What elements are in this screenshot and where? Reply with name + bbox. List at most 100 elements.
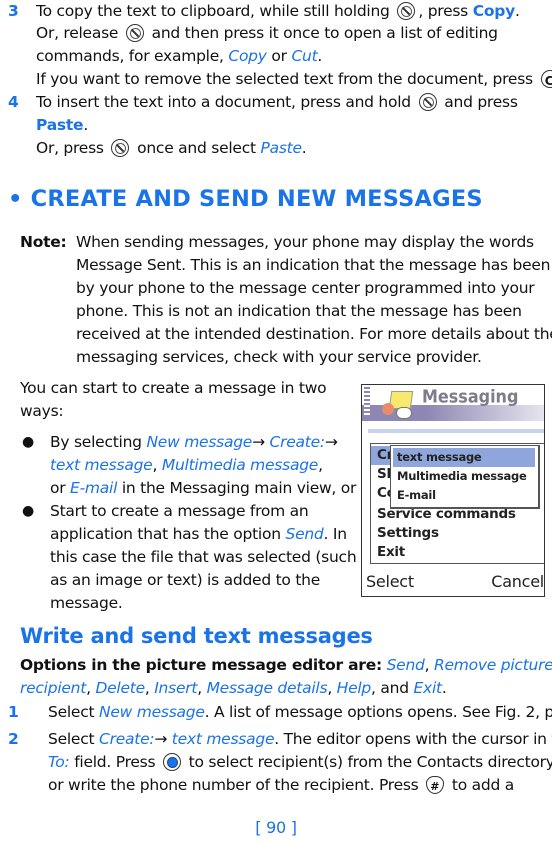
submenu-item-text-message[interactable]: text message <box>393 448 535 467</box>
arrow: → <box>154 730 168 748</box>
cut-option: Cut <box>291 47 318 65</box>
note-line: by your phone to the message center prog… <box>76 279 535 297</box>
submenu-item-multimedia-message[interactable]: Multimedia message <box>397 467 527 486</box>
text: in the Messaging main view, or <box>121 479 357 497</box>
submenu-item-email[interactable]: E-mail <box>397 486 436 505</box>
phone-app-title: Messaging <box>422 386 519 407</box>
step2-line2: To: field. Press to select recipient(s) … <box>48 751 552 773</box>
text: . <box>317 47 323 65</box>
navi-key-icon <box>162 753 181 771</box>
multimedia-message-option: Multimedia message <box>161 456 319 474</box>
text: To copy the text to clipboard, while sti… <box>36 2 390 20</box>
pencil-key-icon <box>418 93 437 111</box>
option-send: Send <box>386 656 425 674</box>
email-at-icon <box>382 403 394 415</box>
bullet2-line1: Start to create a message from an <box>50 502 309 520</box>
title-gradient <box>426 405 544 421</box>
text: . <box>83 116 88 134</box>
send-option: Send <box>285 525 324 543</box>
to-field-label: To: <box>48 753 70 771</box>
text: or write the phone number of the recipie… <box>48 776 419 794</box>
text: . A list of message options opens. See F… <box>204 703 552 721</box>
step1-line: Select New message. A list of message op… <box>48 701 552 723</box>
text: , press <box>418 2 469 20</box>
heading-bullet: • <box>8 186 23 212</box>
bullet-dot: ● <box>22 434 34 450</box>
step2-line3: or write the phone number of the recipie… <box>48 774 514 798</box>
text: Select <box>48 730 95 748</box>
bullet2-line3: this case the file that was selected (su… <box>50 548 357 566</box>
cancel-softkey[interactable]: Cancel <box>491 572 544 591</box>
bullet2-line2: application that has the option Send. In <box>50 523 347 545</box>
option-help: Help <box>336 679 372 697</box>
step4-line2: Paste. <box>36 114 88 136</box>
bullet1-line2: text message, Multimedia message, <box>50 454 323 476</box>
text: and then press it once to open a list of… <box>151 24 498 42</box>
bullet2-line5: message. <box>50 594 123 612</box>
step3-line1: To copy the text to clipboard, while sti… <box>36 0 520 22</box>
step3-line3: commands, for example, Copy or Cut. <box>36 45 322 67</box>
tab-indicator <box>368 429 544 433</box>
option-delete: Delete <box>95 679 145 697</box>
new-message-option: New message <box>146 433 253 451</box>
text: field. Press <box>74 753 156 771</box>
options-line2: recipient, Delete, Insert, Message detai… <box>20 679 447 697</box>
text: Or, press <box>36 139 104 157</box>
step2-line1: Select Create:→ text message. The editor… <box>48 728 552 750</box>
text-message-option: text message <box>171 730 275 748</box>
intro-line: ways: <box>20 402 64 420</box>
copy-option: Copy <box>228 47 267 65</box>
bullet2-line4: as an image or text) is added to the <box>50 571 321 589</box>
text: and <box>380 679 409 697</box>
email-option: E-mail <box>70 479 118 497</box>
step-number-4: 4 <box>8 93 19 111</box>
text: or <box>50 479 66 497</box>
pencil-key-icon <box>111 139 130 157</box>
text: Or, release <box>36 24 119 42</box>
copy-command: Copy <box>472 2 515 20</box>
options-line1: Options in the picture message editor ar… <box>20 656 552 674</box>
text: . In <box>323 525 348 543</box>
note-line: When sending messages, your phone may di… <box>76 233 534 251</box>
text: By selecting <box>50 433 142 451</box>
softkey-bar: Select Cancel <box>362 572 544 596</box>
step4-line3: Or, press once and select Paste. <box>36 137 307 159</box>
note-line: received at the intended destination. Fo… <box>76 325 552 343</box>
menu-item[interactable]: Sl <box>377 465 391 484</box>
option-insert: Insert <box>154 679 198 697</box>
page-number: [ 90 ] <box>255 818 297 837</box>
option-exit: Exit <box>413 679 442 697</box>
new-message-option: New message <box>99 703 205 721</box>
text: . <box>301 139 307 157</box>
text: , <box>318 456 323 474</box>
note-line: Message Sent. This is an indication that… <box>76 256 552 274</box>
paste-option: Paste <box>260 139 303 157</box>
bullet1-line1: By selecting New message→ Create:→ <box>50 431 338 453</box>
note-line: messaging services, check with your serv… <box>76 348 482 366</box>
text: application that has the option <box>50 525 281 543</box>
option-recipient: recipient <box>20 679 87 697</box>
phone-screenshot: Messaging Cr Sl Cc Service commands Sett… <box>361 384 545 597</box>
clear-key-icon <box>540 70 552 92</box>
text: to select recipient(s) from the Contacts… <box>188 753 552 771</box>
text: To insert the text into a document, pres… <box>36 93 411 111</box>
note-line: phone. This is not an indication that th… <box>76 302 522 320</box>
voicemail-icon <box>396 407 412 419</box>
text: or <box>271 47 287 65</box>
create-option: Create: <box>99 730 155 748</box>
text: commands, for example, <box>36 47 224 65</box>
note-label: Note: <box>20 233 67 251</box>
step3-line4: If you want to remove the selected text … <box>36 68 552 92</box>
select-softkey[interactable]: Select <box>366 572 414 591</box>
hash-key-icon <box>426 776 445 798</box>
text: to add a <box>451 776 514 794</box>
menu-item-exit[interactable]: Exit <box>377 543 405 562</box>
menu-item-settings[interactable]: Settings <box>377 524 439 543</box>
heading-text: CREATE AND SEND NEW MESSAGES <box>30 186 483 212</box>
step3-line2: Or, release and then press it once to op… <box>36 22 498 44</box>
section-heading: • CREATE AND SEND NEW MESSAGES <box>8 186 483 212</box>
step-number-2: 2 <box>8 730 19 748</box>
text: . The editor opens with the cursor in th… <box>274 730 552 748</box>
subsection-heading: Write and send text messages <box>20 624 373 648</box>
text: and press <box>444 93 518 111</box>
